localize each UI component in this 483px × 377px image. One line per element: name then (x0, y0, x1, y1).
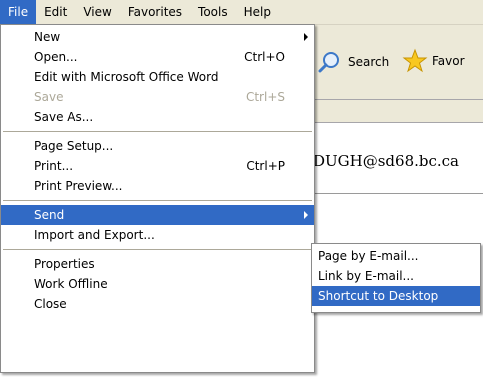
menu-item-print-preview[interactable]: Print Preview... (1, 176, 314, 196)
menu-item-print-preview-label: Print Preview... (34, 179, 123, 193)
menu-item-new[interactable]: New (1, 27, 314, 47)
submenu-item-shortcut-to-desktop[interactable]: Shortcut to Desktop (312, 286, 480, 306)
menu-tools[interactable]: Tools (190, 0, 236, 24)
menu-item-page-setup[interactable]: Page Setup... (1, 136, 314, 156)
menu-item-save-label: Save (34, 90, 64, 104)
menu-item-open[interactable]: Open... Ctrl+O (1, 47, 314, 67)
menu-bar: File Edit View Favorites Tools Help (0, 0, 483, 25)
menu-item-print-shortcut: Ctrl+P (246, 159, 285, 173)
menu-item-import-export-label: Import and Export... (34, 228, 155, 242)
menu-separator (3, 200, 312, 201)
submenu-item-page-by-email[interactable]: Page by E-mail... (312, 246, 480, 266)
search-button-label: Search (348, 55, 390, 69)
submenu-arrow-icon (304, 211, 308, 219)
content-divider (313, 193, 483, 194)
menu-item-print[interactable]: Print... Ctrl+P (1, 156, 314, 176)
menu-file[interactable]: File (0, 0, 37, 24)
email-address-text: DUGH@sd68.bc.ca (313, 152, 460, 170)
menu-help[interactable]: Help (236, 0, 279, 24)
menu-edit[interactable]: Edit (36, 0, 75, 24)
menu-item-properties[interactable]: Properties (1, 254, 314, 274)
send-submenu: Page by E-mail... Link by E-mail... Shor… (311, 243, 481, 313)
menu-item-open-shortcut: Ctrl+O (244, 50, 285, 64)
menu-item-edit-with-word[interactable]: Edit with Microsoft Office Word (1, 67, 314, 87)
search-magnifier-icon (318, 52, 339, 73)
favorites-button-label: Favor (432, 54, 465, 68)
menu-item-save-as[interactable]: Save As... (1, 107, 314, 127)
menu-item-send[interactable]: Send (1, 205, 314, 225)
menu-item-work-offline-label: Work Offline (34, 277, 108, 291)
menu-view[interactable]: View (75, 0, 119, 24)
favorites-star-icon (402, 48, 428, 73)
menu-item-work-offline[interactable]: Work Offline (1, 274, 314, 294)
menu-item-new-label: New (34, 30, 61, 44)
search-button[interactable]: Search (318, 50, 389, 74)
menu-item-print-label: Print... (34, 159, 74, 173)
submenu-item-link-by-email[interactable]: Link by E-mail... (312, 266, 480, 286)
menu-favorites[interactable]: Favorites (120, 0, 190, 24)
menu-separator (3, 249, 312, 250)
menu-item-send-label: Send (34, 208, 65, 222)
menu-item-save[interactable]: Save Ctrl+S (1, 87, 314, 107)
menu-item-properties-label: Properties (34, 257, 95, 271)
favorites-button[interactable]: Favor (402, 48, 465, 74)
menu-item-close[interactable]: Close (1, 294, 314, 314)
menu-item-import-export[interactable]: Import and Export... (1, 225, 314, 245)
menu-item-open-label: Open... (34, 50, 78, 64)
menu-item-close-label: Close (34, 297, 67, 311)
menu-item-edit-with-word-label: Edit with Microsoft Office Word (34, 70, 219, 84)
menu-item-save-shortcut: Ctrl+S (245, 90, 285, 104)
file-menu-dropdown: New Open... Ctrl+O Edit with Microsoft O… (0, 24, 315, 373)
submenu-arrow-icon (304, 33, 308, 41)
menu-separator (3, 131, 312, 132)
menu-item-save-as-label: Save As... (34, 110, 94, 124)
menu-item-page-setup-label: Page Setup... (34, 139, 114, 153)
